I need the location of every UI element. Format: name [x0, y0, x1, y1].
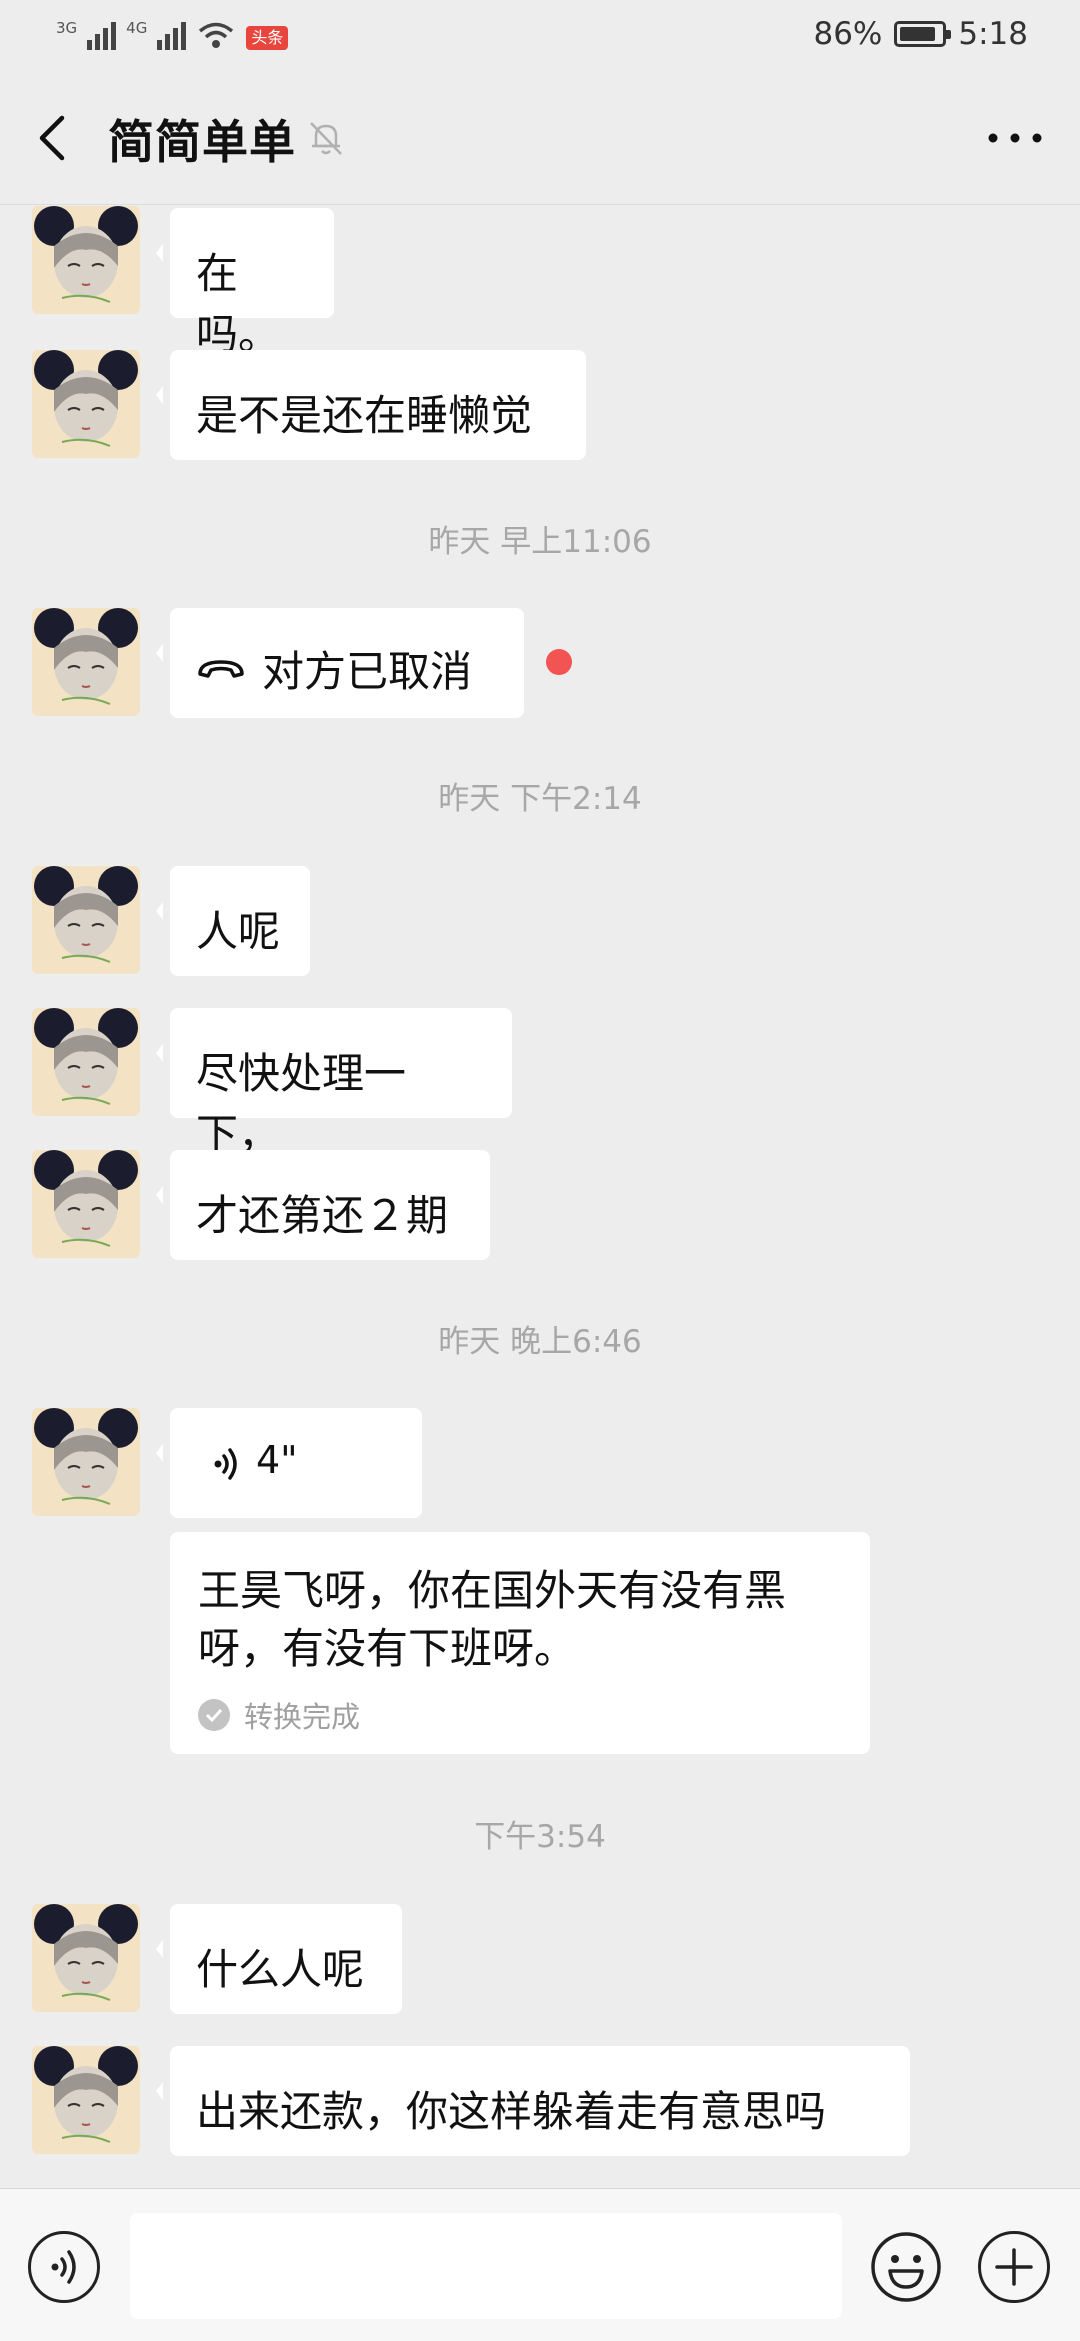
unread-dot — [546, 649, 572, 675]
battery-fill — [900, 27, 935, 41]
call-bubble[interactable]: 对方已取消 — [156, 608, 524, 718]
call-status-text: 对方已取消 — [262, 647, 473, 696]
message-text: 什么人呢 — [196, 1945, 365, 1994]
signal-icon — [87, 18, 117, 50]
network-3g-label: 3G — [56, 19, 78, 37]
transcript-text: 王昊飞呀，你在国外天有没有黑呀，有没有下班呀。 — [198, 1566, 787, 1673]
message-text: 是不是还在睡懒觉 — [196, 391, 533, 440]
avatar[interactable] — [32, 1008, 140, 1116]
avatar-image — [32, 2046, 140, 2154]
more-options-icon[interactable] — [980, 116, 1050, 160]
avatar[interactable] — [32, 206, 140, 314]
voice-transcript-card[interactable]: 王昊飞呀，你在国外天有没有黑呀，有没有下班呀。 转换完成 — [170, 1532, 870, 1754]
wifi-icon — [199, 22, 234, 48]
clock: 5:18 — [958, 16, 1028, 52]
timestamp: 昨天 晚上6:46 — [438, 1324, 642, 1360]
avatar-image — [32, 1008, 140, 1116]
emoji-button-icon[interactable] — [870, 2231, 942, 2303]
avatar-image — [32, 866, 140, 974]
mute-bell-icon — [310, 122, 342, 155]
avatar[interactable] — [32, 1150, 140, 1258]
message-text: 人呢 — [196, 907, 281, 956]
avatar-image — [32, 1408, 140, 1516]
message-text: 出来还款，你这样躲着走有意思吗 — [196, 2087, 827, 2136]
avatar-image — [32, 1150, 140, 1258]
timestamp: 昨天 早上11:06 — [428, 524, 652, 560]
voice-duration: 4" — [256, 1438, 298, 1482]
message-bubble[interactable]: 在吗。 — [156, 208, 334, 359]
message-bubble[interactable]: 什么人呢 — [156, 1904, 402, 2014]
message-bubble[interactable]: 尽快处理一下， — [156, 1008, 512, 1159]
back-arrow-icon[interactable] — [28, 110, 80, 166]
check-circle-icon — [198, 1699, 230, 1731]
transcript-status-text: 转换完成 — [244, 1700, 361, 1734]
signal-icon-2 — [157, 18, 187, 50]
message-bubble[interactable]: 才还第还２期 — [156, 1150, 490, 1260]
status-bar: 3G 4G 头条 86% 5:18 — [0, 0, 1080, 72]
message-text: 才还第还２期 — [196, 1191, 449, 1240]
message-bubble[interactable]: 出来还款，你这样躲着走有意思吗 — [156, 2046, 910, 2156]
avatar[interactable] — [32, 608, 140, 716]
timestamp: 下午3:54 — [474, 1819, 606, 1855]
message-text: 尽快处理一下， — [196, 1049, 407, 1159]
avatar-image — [32, 608, 140, 716]
network-4g-label: 4G — [126, 19, 148, 37]
message-bubble[interactable]: 人呢 — [156, 866, 310, 976]
avatar[interactable] — [32, 350, 140, 458]
chat-header: 简简单单 — [0, 72, 1080, 205]
input-bar — [0, 2188, 1080, 2341]
plus-button[interactable] — [978, 2231, 1050, 2303]
avatar[interactable] — [32, 2046, 140, 2154]
battery-icon — [894, 21, 952, 47]
avatar-image — [32, 206, 140, 314]
chat-title: 简简单单 — [108, 115, 296, 169]
phone-hangup-icon — [198, 659, 244, 678]
message-bubble[interactable]: 是不是还在睡懒觉 — [156, 350, 586, 460]
avatar-image — [32, 1904, 140, 2012]
message-input[interactable] — [130, 2213, 842, 2319]
avatar[interactable] — [32, 866, 140, 974]
voice-wave-icon — [214, 1448, 237, 1480]
timestamp: 昨天 下午2:14 — [438, 781, 642, 817]
voice-icon — [51, 2250, 76, 2284]
plus-icon — [995, 2248, 1033, 2286]
news-app-badge: 头条 — [246, 26, 289, 50]
voice-input-button[interactable] — [28, 2231, 100, 2303]
avatar[interactable] — [32, 1904, 140, 2012]
voice-message-bubble[interactable]: 4" — [156, 1408, 422, 1518]
status-left: 3G 4G 头条 — [56, 18, 289, 50]
transcript-status: 转换完成 — [198, 1694, 842, 1736]
avatar[interactable] — [32, 1408, 140, 1516]
message-text: 在吗。 — [196, 249, 281, 359]
battery-percent: 86% — [813, 16, 883, 52]
avatar-image — [32, 350, 140, 458]
status-right: 86% 5:18 — [813, 16, 1028, 52]
